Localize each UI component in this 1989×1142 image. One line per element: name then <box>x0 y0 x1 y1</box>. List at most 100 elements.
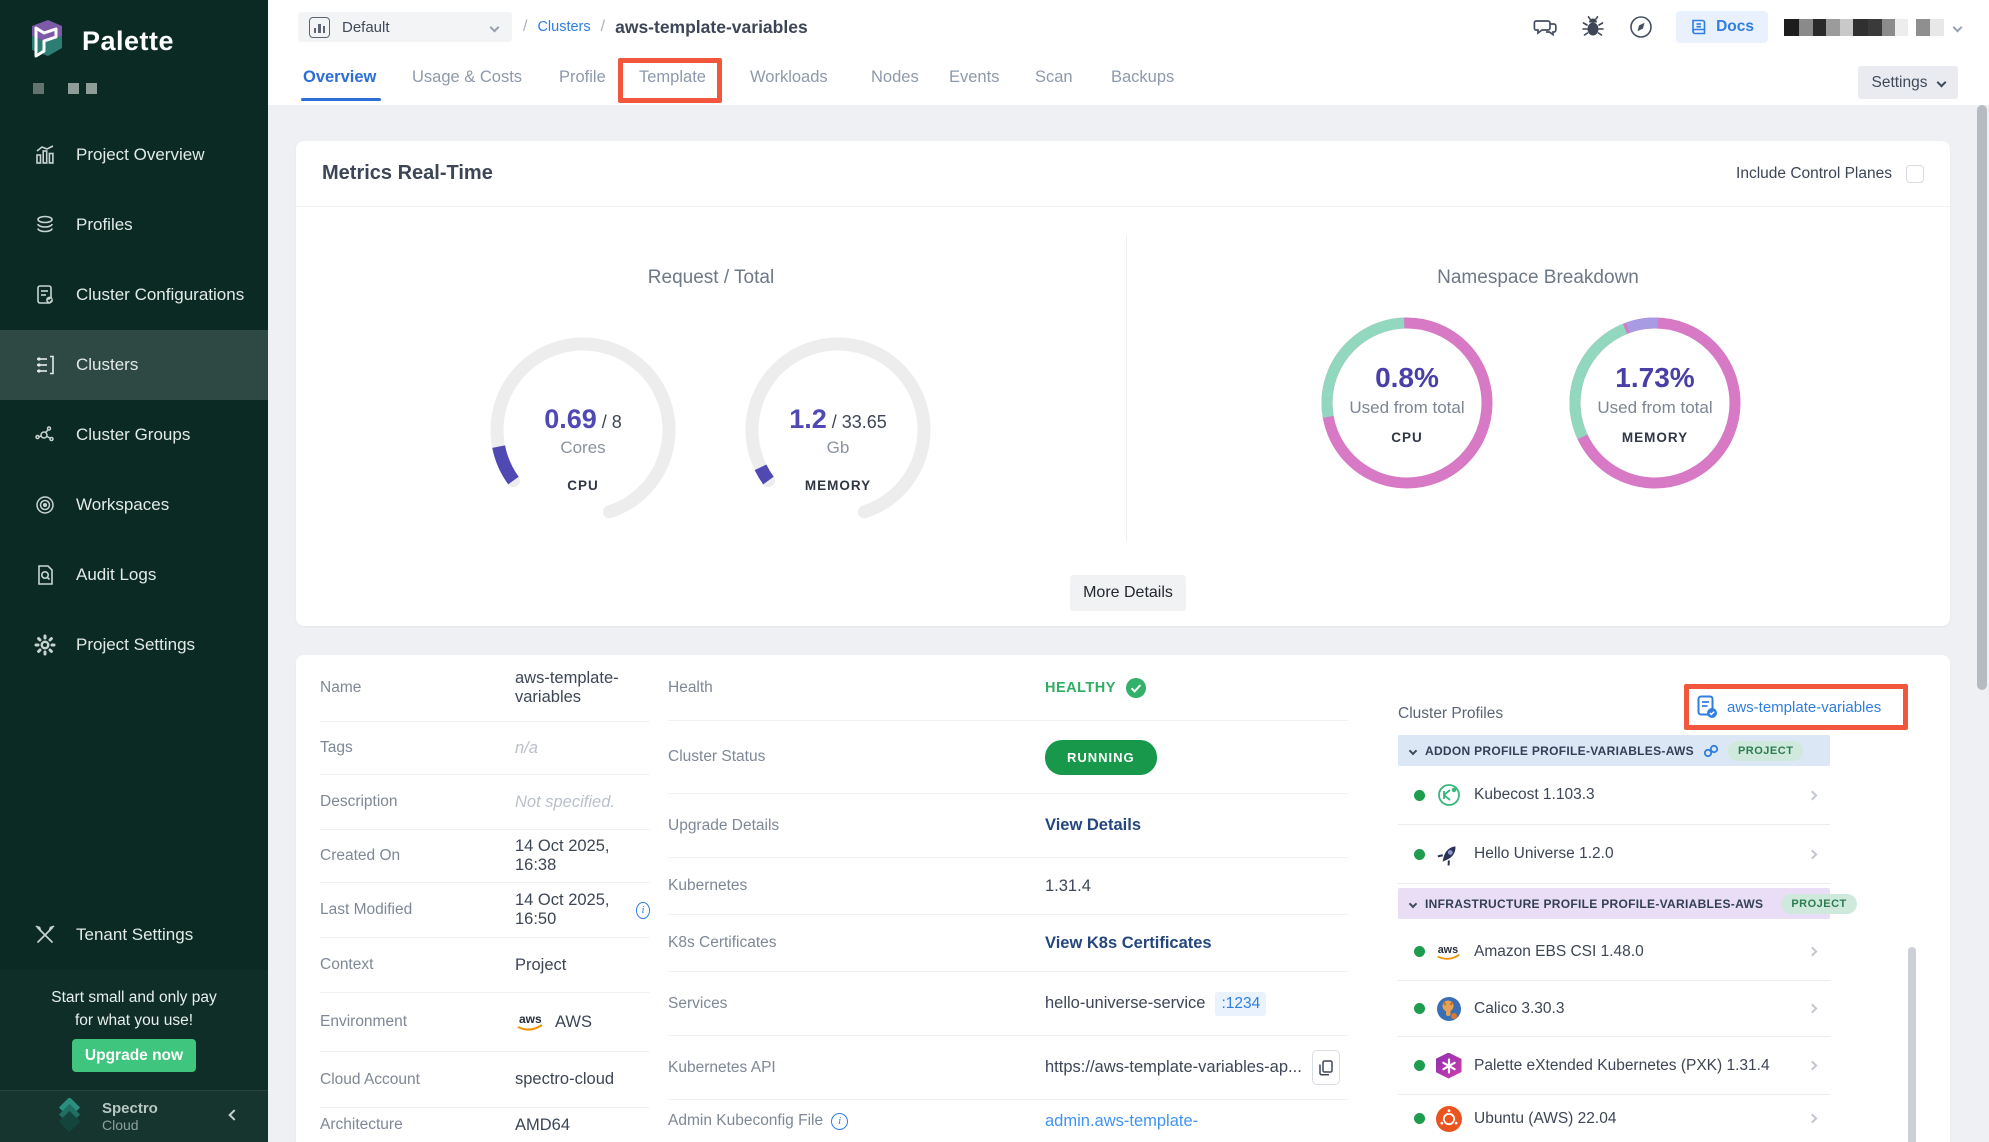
detail-row-cluster-status: Cluster Status RUNNING <box>668 721 1348 794</box>
project-selector[interactable]: Default <box>298 12 512 42</box>
sidebar-item-label: Cluster Groups <box>76 425 190 445</box>
user-menu-chevron[interactable] <box>1953 22 1963 32</box>
field-label: Environment <box>320 1013 515 1031</box>
project-scope-icon <box>309 17 330 38</box>
sidebar-collapse-button[interactable] <box>228 1109 239 1120</box>
view-details-link[interactable]: View Details <box>1045 816 1141 835</box>
field-label: Description <box>320 793 515 811</box>
sidebar-item-label: Clusters <box>76 355 138 375</box>
detail-row-tags: Tags n/a <box>320 722 650 775</box>
compass-icon[interactable] <box>1628 14 1654 40</box>
info-icon[interactable]: i <box>636 902 650 919</box>
addon-profile-title: ADDON PROFILE PROFILE-VARIABLES-AWS <box>1425 744 1694 758</box>
tab-nodes[interactable]: Nodes <box>871 68 919 87</box>
cpu-total-value: / 8 <box>602 412 622 432</box>
environment-value: AWS <box>555 1013 592 1032</box>
sidebar-item-project-overview[interactable]: Project Overview <box>0 120 268 190</box>
memory-donut-text: 1.73% Used from total MEMORY <box>1560 308 1750 498</box>
brand: Palette <box>26 18 174 64</box>
sidebar-item-cluster-groups[interactable]: Cluster Groups <box>0 400 268 470</box>
workspaces-icon <box>33 493 57 517</box>
palette-logo-icon <box>26 18 68 64</box>
addon-profile-header[interactable]: ADDON PROFILE PROFILE-VARIABLES-AWS PROJ… <box>1398 735 1830 766</box>
more-details-button[interactable]: More Details <box>1070 575 1186 611</box>
breadcrumb-clusters-link[interactable]: Clusters <box>537 19 590 35</box>
memory-total-value: / 33.65 <box>832 412 887 432</box>
bug-icon[interactable] <box>1580 14 1606 40</box>
copy-button[interactable] <box>1312 1050 1340 1085</box>
profile-layer-calico[interactable]: Calico 3.30.3 <box>1398 981 1830 1037</box>
profile-layer-hello-universe[interactable]: Hello Universe 1.2.0 <box>1398 825 1830 884</box>
detail-row-upgrade-details: Upgrade Details View Details <box>668 794 1348 858</box>
cluster-name-value: aws-template-variables <box>515 669 650 707</box>
tab-backups[interactable]: Backups <box>1111 68 1174 87</box>
profile-layer-kubecost[interactable]: Kubecost 1.103.3 <box>1398 766 1830 825</box>
ubuntu-logo <box>1435 1105 1462 1132</box>
profile-layer-ubuntu[interactable]: Ubuntu (AWS) 22.04 <box>1398 1095 1830 1142</box>
infrastructure-profile-header[interactable]: INFRASTRUCTURE PROFILE PROFILE-VARIABLES… <box>1398 888 1830 919</box>
sidebar-tenant: Tenant Settings <box>0 900 268 970</box>
field-label: Cluster Status <box>668 748 1045 766</box>
sidebar-item-audit-logs[interactable]: Audit Logs <box>0 540 268 610</box>
architecture-value: AMD64 <box>515 1116 570 1135</box>
tab-profile[interactable]: Profile <box>559 68 606 87</box>
tab-template[interactable]: Template <box>639 68 706 87</box>
profile-layer-name: Kubecost 1.103.3 <box>1474 786 1595 804</box>
aws-logo: aws <box>515 1011 545 1033</box>
info-icon[interactable]: i <box>831 1113 848 1130</box>
upgrade-banner: Start small and only pay for what you us… <box>0 970 268 1090</box>
kubernetes-version-value: 1.31.4 <box>1045 877 1091 896</box>
tab-scan[interactable]: Scan <box>1035 68 1073 87</box>
sidebar-item-clusters[interactable]: Clusters <box>0 330 268 400</box>
sidebar-item-profiles[interactable]: Profiles <box>0 190 268 260</box>
spectro-text: Spectro <box>102 1101 158 1117</box>
sidebar-item-tenant-settings[interactable]: Tenant Settings <box>0 900 268 970</box>
tab-events[interactable]: Events <box>949 68 999 87</box>
profiles-scrollbar-thumb[interactable] <box>1908 947 1916 1142</box>
redacted-user-name[interactable] <box>1784 19 1944 36</box>
settings-button-label: Settings <box>1871 74 1927 92</box>
memory-used-caption: Used from total <box>1597 398 1712 418</box>
status-dot <box>1414 1003 1425 1014</box>
sidebar-item-workspaces[interactable]: Workspaces <box>0 470 268 540</box>
app-screen: Palette Project Overview Profiles <box>0 0 1989 1142</box>
sidebar-footer: Spectro Cloud <box>0 1090 268 1142</box>
detail-row-description: Description Not specified. <box>320 775 650 830</box>
bar-chart-icon <box>33 143 57 167</box>
profile-layer-pxk[interactable]: Palette eXtended Kubernetes (PXK) 1.31.4 <box>1398 1037 1830 1095</box>
upgrade-now-button[interactable]: Upgrade now <box>72 1039 196 1072</box>
tab-overview[interactable]: Overview <box>303 68 376 87</box>
field-label: Context <box>320 956 515 974</box>
document-check-icon <box>33 283 57 307</box>
memory-gauge-text: 1.2/ 33.65 Gb <box>738 330 938 530</box>
field-label: Tags <box>320 739 515 757</box>
breadcrumb: / Clusters / aws-template-variables <box>523 0 808 54</box>
detail-row-k8s-certificates: K8s Certificates View K8s Certificates <box>668 915 1348 972</box>
tab-usage-costs[interactable]: Usage & Costs <box>412 68 522 87</box>
cpu-donut-label: CPU <box>1391 430 1423 445</box>
sidebar-item-project-settings[interactable]: Project Settings <box>0 610 268 680</box>
chevron-right-icon <box>1808 947 1818 957</box>
tab-workloads[interactable]: Workloads <box>750 68 828 87</box>
cluster-profile-link[interactable]: aws-template-variables <box>1727 699 1881 716</box>
profile-layer-name: Amazon EBS CSI 1.48.0 <box>1474 943 1644 961</box>
metrics-header: Metrics Real-Time Include Control Planes <box>296 141 1950 207</box>
page-scrollbar-thumb[interactable] <box>1977 105 1987 690</box>
status-badge[interactable]: RUNNING <box>1045 740 1157 775</box>
profile-document-icon <box>1697 695 1718 719</box>
cpu-gauge: 0.69/ 8 Cores CPU <box>483 330 683 530</box>
admin-kubeconfig-link[interactable]: admin.aws-template- <box>1045 1112 1198 1131</box>
profile-layer-name: Hello Universe 1.2.0 <box>1474 845 1614 863</box>
cluster-settings-button[interactable]: Settings <box>1858 66 1958 99</box>
page-title: aws-template-variables <box>615 17 808 38</box>
include-control-planes: Include Control Planes <box>1736 165 1924 183</box>
chevron-right-icon <box>1808 1114 1818 1124</box>
profile-layer-amazon-ebs[interactable]: aws Amazon EBS CSI 1.48.0 <box>1398 923 1830 981</box>
sidebar-item-cluster-configurations[interactable]: Cluster Configurations <box>0 260 268 330</box>
service-port-link[interactable]: :1234 <box>1215 992 1266 1016</box>
field-label: Admin Kubeconfig File <box>668 1112 823 1130</box>
docs-button[interactable]: Docs <box>1676 11 1768 43</box>
view-k8s-certificates-link[interactable]: View K8s Certificates <box>1045 934 1212 953</box>
include-control-planes-checkbox[interactable] <box>1906 165 1924 183</box>
chat-icon[interactable] <box>1532 14 1558 40</box>
